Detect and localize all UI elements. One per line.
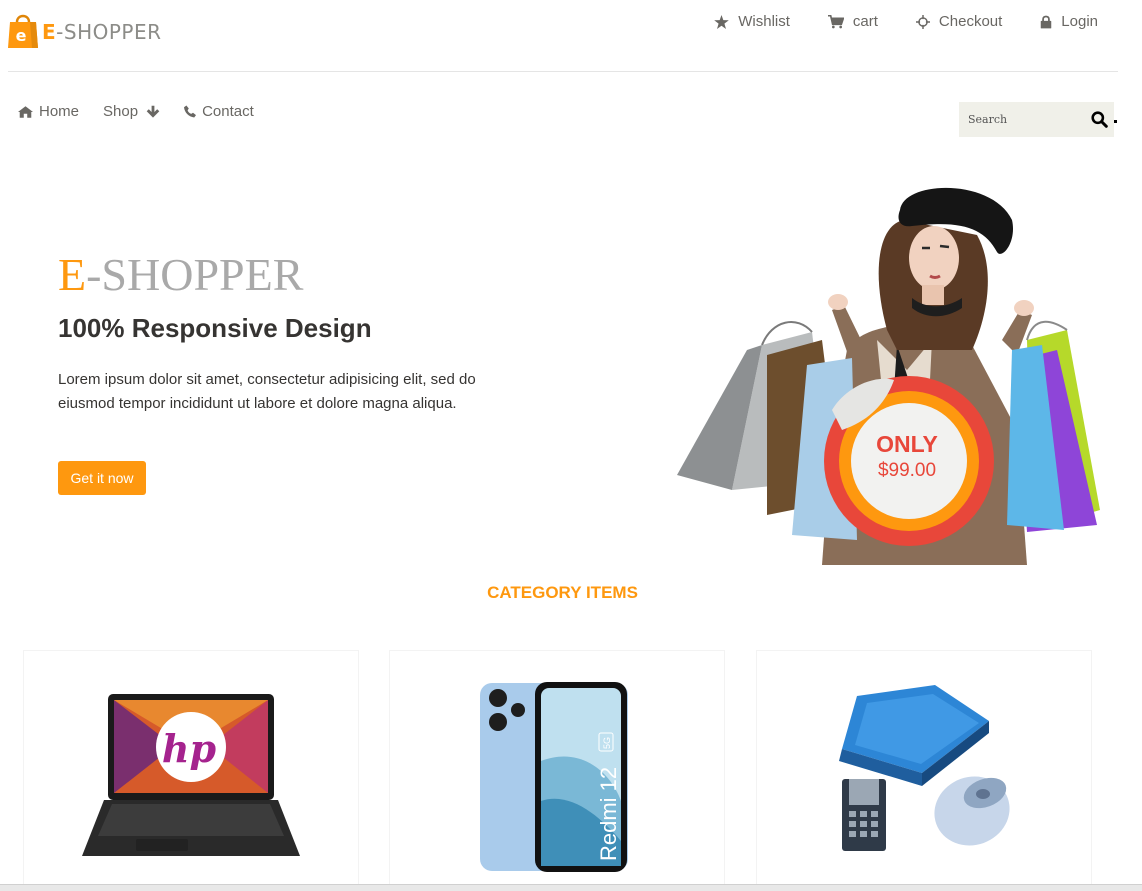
account-links: Wishlist cart Checkout Login: [676, 13, 1098, 30]
logo-text-accent: E: [42, 20, 57, 44]
wishlist-link[interactable]: Wishlist: [714, 13, 790, 30]
wishlist-label: Wishlist: [738, 13, 790, 30]
laptop-image: hp: [82, 694, 300, 856]
computer-accessories-image: [839, 685, 1010, 851]
main-nav: Home Shop Contact: [18, 103, 278, 120]
hero-subtitle: 100% Responsive Design: [58, 313, 372, 343]
category-card-smartphone[interactable]: Redmi 12 5G: [389, 650, 725, 891]
nav-shop[interactable]: Shop: [103, 103, 160, 120]
hero-shopping-girl-image: ONLY $99.00: [672, 180, 1102, 565]
nav-home-label: Home: [39, 103, 80, 120]
svg-text:e: e: [16, 26, 27, 45]
top-header: e E-SHOPPER Wishlist cart Checkout Login: [0, 0, 1142, 72]
star-icon: [714, 14, 730, 29]
search-icon[interactable]: [1091, 111, 1108, 128]
nav-shop-label: Shop: [103, 103, 139, 120]
search-box: [959, 102, 1114, 137]
decorative-dot: [1114, 120, 1117, 123]
hp-logo-text: hp: [162, 726, 217, 771]
checkout-label: Checkout: [938, 13, 1003, 30]
shopping-cart-icon: [827, 14, 844, 28]
hero-title-rest: -SHOPPER: [86, 249, 304, 300]
header-divider: [8, 71, 1118, 72]
category-card-accessories[interactable]: [756, 650, 1092, 891]
login-label: Login: [1061, 13, 1098, 30]
phone-icon: [184, 105, 197, 118]
site-logo[interactable]: e E-SHOPPER: [8, 10, 162, 48]
search-input[interactable]: [959, 102, 1084, 137]
hero-title-accent: E: [58, 249, 87, 300]
nav-home[interactable]: Home: [18, 103, 79, 120]
badge-only-text: ONLY: [876, 431, 938, 457]
phone-5g-text: 5G: [602, 737, 612, 749]
nav-contact[interactable]: Contact: [184, 103, 254, 120]
category-title: CATEGORY ITEMS: [487, 583, 638, 602]
lock-icon: [1041, 15, 1052, 28]
horizontal-scrollbar[interactable]: [0, 884, 1142, 891]
login-link[interactable]: Login: [1040, 13, 1098, 30]
phone-model-text: Redmi 12: [596, 767, 621, 861]
hero-description: Lorem ipsum dolor sit amet, consectetur …: [58, 371, 476, 412]
home-icon: [18, 105, 33, 118]
cart-label: cart: [852, 13, 878, 30]
crosshairs-icon: [915, 14, 930, 29]
logo-text-rest: -SHOPPER: [56, 20, 162, 44]
badge-price-text: $99.00: [878, 460, 936, 481]
logo-text: E-SHOPPER: [42, 20, 162, 44]
smartphone-image: Redmi 12 5G: [480, 682, 628, 872]
get-it-now-button[interactable]: Get it now: [58, 461, 146, 495]
cart-link[interactable]: cart: [827, 13, 878, 30]
hero-title: E-SHOPPER: [58, 248, 303, 301]
nav-contact-label: Contact: [202, 103, 254, 120]
arrow-down-icon: [146, 105, 160, 118]
checkout-link[interactable]: Checkout: [915, 13, 1003, 30]
shopping-bag-logo-icon: e: [8, 10, 38, 48]
category-card-laptop[interactable]: hp: [23, 650, 359, 891]
